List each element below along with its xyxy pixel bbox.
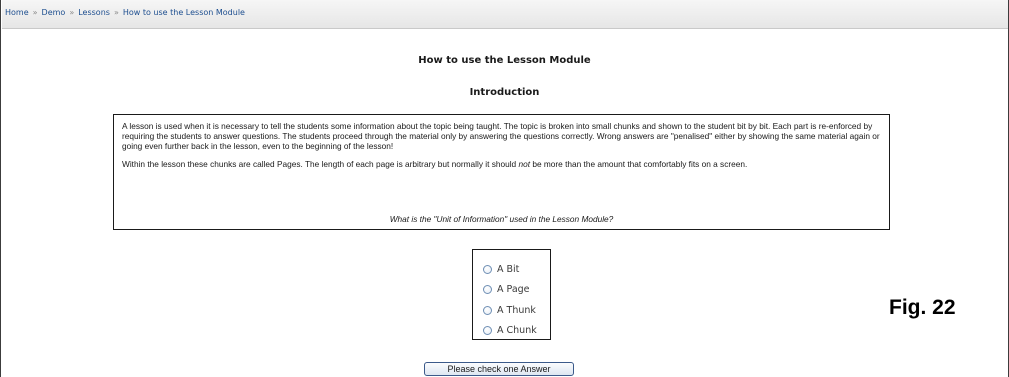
lesson-content-box: A lesson is used when it is necessary to… <box>113 114 890 230</box>
paragraph-2-text-start: Within the lesson these chunks are calle… <box>122 159 519 169</box>
answer-option-thunk[interactable]: A Thunk <box>483 300 550 321</box>
answer-option-bit[interactable]: A Bit <box>483 259 550 280</box>
radio-button-icon[interactable] <box>483 326 492 336</box>
breadcrumb-separator: » <box>69 8 75 17</box>
radio-button-icon[interactable] <box>483 285 492 295</box>
answer-option-chunk[interactable]: A Chunk <box>483 321 550 342</box>
answer-option-label: A Thunk <box>497 304 536 316</box>
answer-option-label: A Page <box>497 284 530 296</box>
paragraph-2-emphasis: not <box>518 159 531 169</box>
lesson-paragraph-2: Within the lesson these chunks are calle… <box>122 159 881 169</box>
page-title: How to use the Lesson Module <box>418 55 591 66</box>
radio-button-icon[interactable] <box>483 305 492 315</box>
breadcrumb: Home» Demo» Lessons» How to use the Lesson … <box>5 8 245 17</box>
breadcrumb-home-link[interactable]: Home <box>5 8 29 17</box>
navigation-bar: Home» Demo» Lessons» How to use the Lesson … <box>2 0 1008 29</box>
figure-label: Fig. 22 <box>889 296 956 319</box>
breadcrumb-lessons-link[interactable]: Lessons <box>78 8 110 17</box>
answer-options: A Bit A Page A Thunk A Chunk <box>472 249 551 340</box>
answer-option-page[interactable]: A Page <box>483 280 550 301</box>
breadcrumb-demo-link[interactable]: Demo <box>42 8 66 17</box>
submit-answer-button[interactable]: Please check one Answer <box>424 362 574 376</box>
radio-button-icon[interactable] <box>483 264 492 274</box>
breadcrumb-separator: » <box>32 8 38 17</box>
lesson-question: What is the "Unit of Information" used i… <box>389 214 614 224</box>
breadcrumb-separator: » <box>113 8 119 17</box>
paragraph-2-text-end: be more than the amount that comfortably… <box>530 159 748 169</box>
answer-option-label: A Chunk <box>497 325 537 337</box>
breadcrumb-current-page: How to use the Lesson Module <box>122 8 245 17</box>
answer-option-label: A Bit <box>497 263 520 275</box>
lesson-paragraph-1: A lesson is used when it is necessary to… <box>122 121 880 151</box>
section-title: Introduction <box>469 87 540 98</box>
